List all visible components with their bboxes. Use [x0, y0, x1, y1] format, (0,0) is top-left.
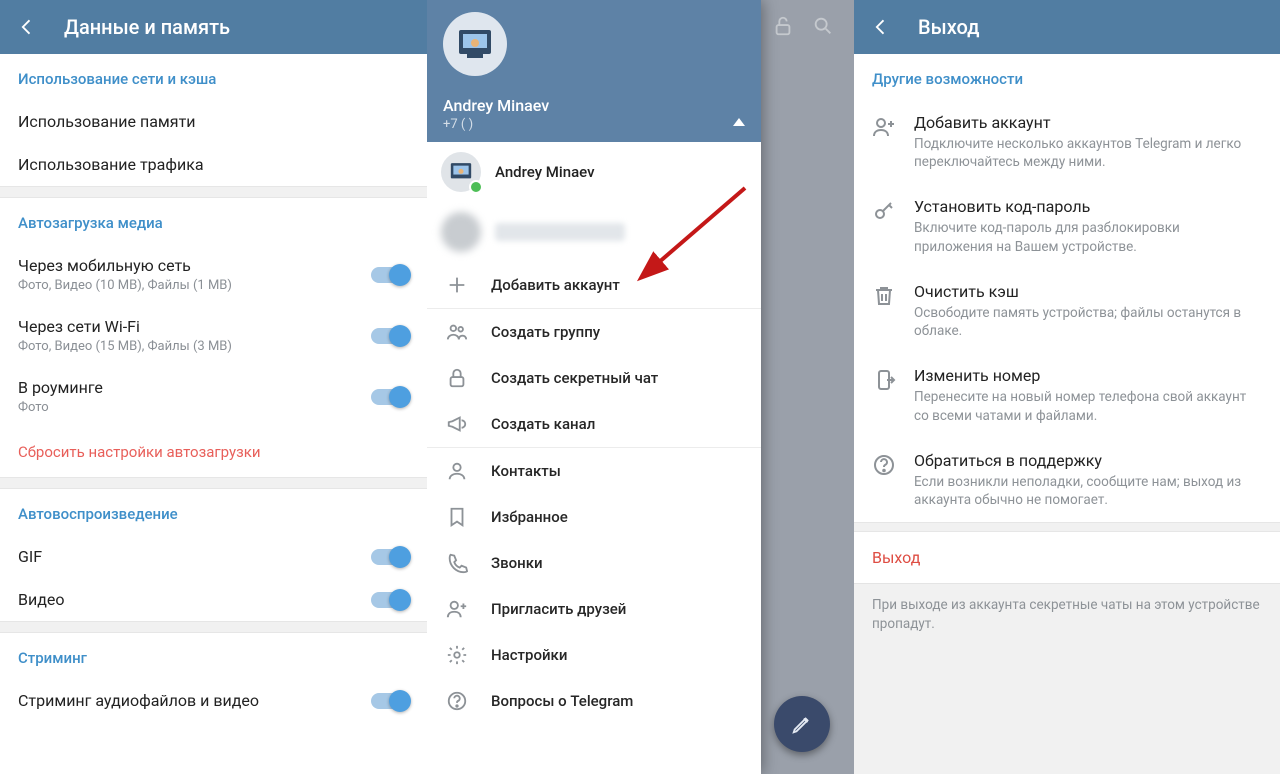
lock-icon	[445, 367, 469, 389]
person-add-icon	[872, 113, 896, 139]
gear-icon	[445, 644, 469, 666]
reset-autodownload-row[interactable]: Сбросить настройки автозагрузки	[0, 427, 427, 477]
settings-data-storage-screen: Данные и память Использование сети и кэш…	[0, 0, 427, 774]
roaming-row[interactable]: В роуминге Фото	[0, 366, 427, 427]
storage-usage-row[interactable]: Использование памяти	[0, 100, 427, 143]
panel3-header: Выход	[854, 0, 1280, 54]
section-streaming-title: Стриминг	[0, 633, 427, 679]
profile-name: Andrey Minaev	[443, 96, 745, 115]
question-icon	[872, 451, 896, 477]
empty-space	[854, 646, 1280, 774]
video-toggle[interactable]	[371, 592, 409, 608]
panel1-header: Данные и память	[0, 0, 427, 54]
phone-icon	[445, 552, 469, 574]
search-icon[interactable]	[811, 14, 835, 38]
logout-screen: Выход Другие возможности Добавить аккаун…	[854, 0, 1280, 774]
calls-item[interactable]: Звонки	[427, 540, 761, 586]
roaming-toggle[interactable]	[371, 389, 409, 405]
support-option[interactable]: Обратиться в поддержку Если возникли неп…	[854, 438, 1280, 522]
group-icon	[445, 321, 469, 343]
gif-row[interactable]: GIF	[0, 535, 427, 578]
chevron-up-icon[interactable]	[733, 118, 745, 126]
stream-audio-video-row[interactable]: Стриминг аудиофайлов и видео	[0, 679, 427, 722]
video-row[interactable]: Видео	[0, 578, 427, 621]
back-arrow-icon[interactable]	[14, 17, 40, 37]
saved-messages-item[interactable]: Избранное	[427, 494, 761, 540]
drawer-menu-list: Добавить аккаунт Создать группу Создать …	[427, 262, 761, 724]
account-name: Andrey Minaev	[495, 163, 595, 181]
passcode-option[interactable]: Установить код-пароль Включите код-парол…	[854, 184, 1280, 268]
person-add-icon	[445, 598, 469, 620]
active-account-badge-icon	[469, 180, 483, 194]
wifi-toggle[interactable]	[371, 328, 409, 344]
settings-item[interactable]: Настройки	[427, 632, 761, 678]
megaphone-icon	[445, 413, 469, 435]
gif-toggle[interactable]	[371, 549, 409, 565]
account-row-current[interactable]: Andrey Minaev	[427, 142, 761, 202]
section-other-title: Другие возможности	[854, 54, 1280, 100]
section-network-title: Использование сети и кэша	[0, 54, 427, 100]
account-avatar-blurred	[441, 212, 481, 252]
panel3-title: Выход	[918, 15, 980, 39]
account-row-other[interactable]	[427, 202, 761, 262]
secret-chat-item[interactable]: Создать секретный чат	[427, 355, 761, 401]
account-name-blurred	[495, 223, 625, 241]
plus-icon	[445, 274, 469, 296]
traffic-usage-row[interactable]: Использование трафика	[0, 143, 427, 186]
section-autodownload-title: Автозагрузка медиа	[0, 198, 427, 244]
divider	[0, 621, 427, 633]
panel1-title: Данные и память	[64, 15, 230, 39]
add-account-item[interactable]: Добавить аккаунт	[427, 262, 761, 308]
key-icon	[872, 197, 896, 223]
create-channel-item[interactable]: Создать канал	[427, 401, 761, 447]
account-avatar	[441, 152, 481, 192]
wifi-row[interactable]: Через сети Wi-Fi Фото, Видео (15 MB), Фа…	[0, 305, 427, 366]
unlock-icon[interactable]	[771, 14, 795, 38]
invite-friends-item[interactable]: Пригласить друзей	[427, 586, 761, 632]
section-autoplay-title: Автовоспроизведение	[0, 489, 427, 535]
bookmark-icon	[445, 506, 469, 528]
logout-note: При выходе из аккаунта секретные чаты на…	[854, 583, 1280, 646]
divider	[854, 522, 1280, 532]
create-group-item[interactable]: Создать группу	[427, 309, 761, 355]
faq-item[interactable]: Вопросы о Telegram	[427, 678, 761, 724]
mobile-toggle[interactable]	[371, 267, 409, 283]
contacts-item[interactable]: Контакты	[427, 448, 761, 494]
question-icon	[445, 690, 469, 712]
profile-avatar[interactable]	[443, 12, 507, 76]
drawer-profile-header[interactable]: Andrey Minaev +7 ( )	[427, 0, 761, 142]
change-number-option[interactable]: Изменить номер Перенесите на новый номер…	[854, 353, 1280, 437]
divider	[0, 477, 427, 489]
add-account-option[interactable]: Добавить аккаунт Подключите несколько ак…	[854, 100, 1280, 184]
stream-toggle[interactable]	[371, 693, 409, 709]
profile-phone: +7 ( )	[443, 117, 745, 132]
clear-cache-option[interactable]: Очистить кэш Освободите память устройств…	[854, 269, 1280, 353]
phone-arrow-icon	[872, 366, 896, 392]
drawer-menu-screen: Andrey Minaev +7 ( ) Andrey Minaev Добав…	[427, 0, 854, 774]
logout-action[interactable]: Выход	[854, 532, 1280, 583]
person-icon	[445, 460, 469, 482]
divider	[0, 186, 427, 198]
compose-fab[interactable]	[774, 696, 830, 752]
navigation-drawer: Andrey Minaev +7 ( ) Andrey Minaev Добав…	[427, 0, 761, 774]
back-arrow-icon[interactable]	[868, 17, 894, 37]
mobile-data-row[interactable]: Через мобильную сеть Фото, Видео (10 MB)…	[0, 244, 427, 305]
background-chat-glimpse	[759, 0, 854, 774]
trash-icon	[872, 282, 896, 308]
